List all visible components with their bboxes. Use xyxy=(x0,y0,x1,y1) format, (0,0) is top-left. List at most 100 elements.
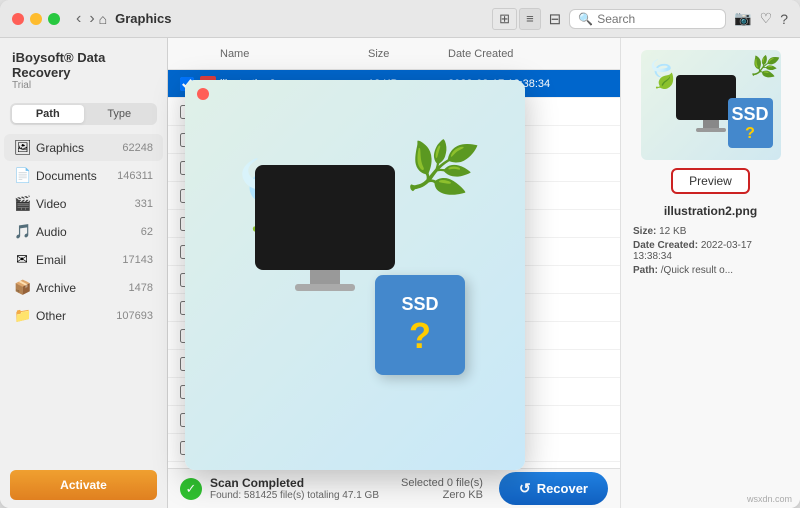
back-button[interactable]: ‹ xyxy=(72,10,85,28)
filter-button[interactable]: ⊟ xyxy=(549,10,562,28)
info-button[interactable]: ♡ xyxy=(760,10,773,27)
scan-title: Scan Completed xyxy=(210,476,393,490)
search-box: 🔍 xyxy=(569,9,726,29)
big-imac-base xyxy=(295,284,355,291)
sidebar-item-label: Documents xyxy=(36,169,117,183)
size-label: Size: xyxy=(633,226,656,237)
video-icon: 🎬 xyxy=(14,195,30,212)
imac-stand xyxy=(703,120,719,128)
audio-icon: 🎵 xyxy=(14,223,30,240)
scan-complete-icon: ✓ xyxy=(180,478,202,500)
sidebar-item-archive[interactable]: 📦 Archive 1478 xyxy=(4,274,163,301)
preview-button[interactable]: Preview xyxy=(671,168,750,194)
big-ssd-question-icon: ? xyxy=(409,315,431,357)
big-ssd-badge: SSD ? xyxy=(375,275,465,375)
sidebar-item-count: 331 xyxy=(135,198,153,210)
sidebar-item-label: Audio xyxy=(36,225,141,239)
sidebar-item-label: Video xyxy=(36,197,135,211)
sidebar-item-count: 107693 xyxy=(116,310,153,322)
sidebar-item-count: 1478 xyxy=(129,282,153,294)
watermark: wsxdn.com xyxy=(747,494,792,504)
forward-button[interactable]: › xyxy=(85,10,98,28)
imac-base xyxy=(696,128,726,132)
camera-button[interactable]: 📷 xyxy=(734,10,751,27)
path-label: Path: xyxy=(633,265,658,276)
list-view-button[interactable]: ≡ xyxy=(519,8,541,30)
close-button[interactable] xyxy=(12,13,24,25)
sidebar-item-label: Email xyxy=(36,253,122,267)
selected-count: Selected 0 file(s) xyxy=(401,477,483,489)
search-input[interactable] xyxy=(597,12,717,26)
sidebar-tabs: Path Type xyxy=(10,103,157,125)
col-date-header: Date Created xyxy=(448,48,608,60)
preview-close-button[interactable] xyxy=(197,88,209,100)
ssd-question-icon: ? xyxy=(745,125,755,143)
documents-icon: 📄 xyxy=(14,167,30,184)
sidebar-item-label: Archive xyxy=(36,281,129,295)
other-icon: 📁 xyxy=(14,307,30,324)
right-panel: 🍃 🌿 SSD ? Preview illustration2.png Size… xyxy=(620,38,800,508)
tab-type[interactable]: Type xyxy=(84,105,156,123)
sidebar-item-video[interactable]: 🎬 Video 331 xyxy=(4,190,163,217)
preview-overlay: 🍃 🌿 SSD ? xyxy=(185,80,525,470)
sidebar-item-count: 62 xyxy=(141,226,153,238)
archive-icon: 📦 xyxy=(14,279,30,296)
sidebar-item-other[interactable]: 📁 Other 107693 xyxy=(4,302,163,329)
preview-thumbnail: 🍃 🌿 SSD ? xyxy=(641,50,781,160)
window-controls xyxy=(12,13,60,25)
recover-label: Recover xyxy=(537,481,588,496)
ssd-label: SSD xyxy=(731,104,768,125)
window-title: Graphics xyxy=(115,11,171,26)
preview-illustration: 🍃 🌿 SSD ? xyxy=(225,135,485,415)
file-info-path: Path: /Quick result o... xyxy=(633,265,788,276)
sidebar-items: 🖼 Graphics 62248 📄 Documents 146311 🎬 Vi… xyxy=(0,133,167,462)
grid-view-button[interactable]: ⊞ xyxy=(492,8,517,30)
activate-button[interactable]: Activate xyxy=(10,470,157,500)
recover-button[interactable]: ↺ Recover xyxy=(499,472,608,505)
sidebar-item-count: 17143 xyxy=(122,254,153,266)
selected-size: Zero KB xyxy=(401,489,483,501)
col-name-header: Name xyxy=(220,48,368,60)
ssd-badge: SSD ? xyxy=(728,98,773,148)
file-info-size: Size: 12 KB xyxy=(633,226,788,237)
toolbar-right: ⊞ ≡ ⊟ 🔍 📷 ♡ ? xyxy=(492,8,788,30)
file-info-date: Date Created: 2022-03-17 13:38:34 xyxy=(633,240,788,262)
tab-path[interactable]: Path xyxy=(12,105,84,123)
big-imac-screen xyxy=(255,165,395,270)
search-icon: 🔍 xyxy=(578,12,593,26)
sidebar-item-audio[interactable]: 🎵 Audio 62 xyxy=(4,218,163,245)
date-label: Date Created: xyxy=(633,240,698,251)
big-imac xyxy=(255,165,395,291)
minimize-button[interactable] xyxy=(30,13,42,25)
big-leaf-right-icon: 🌿 xyxy=(399,127,482,208)
big-ssd-label: SSD xyxy=(401,294,438,315)
maximize-button[interactable] xyxy=(48,13,60,25)
sidebar-item-count: 62248 xyxy=(122,142,153,154)
big-imac-stand xyxy=(310,270,340,284)
sidebar-item-count: 146311 xyxy=(117,170,153,182)
recover-icon: ↺ xyxy=(519,480,531,497)
path-value: /Quick result o... xyxy=(661,265,733,276)
titlebar: ‹ › ⌂ Graphics ⊞ ≡ ⊟ 🔍 📷 ♡ ? xyxy=(0,0,800,38)
sidebar-item-email[interactable]: ✉ Email 17143 xyxy=(4,246,163,273)
email-icon: ✉ xyxy=(14,251,30,268)
view-toggle: ⊞ ≡ xyxy=(492,8,541,30)
status-bar: ✓ Scan Completed Found: 581425 file(s) t… xyxy=(168,468,620,508)
file-info-name: illustration2.png xyxy=(664,204,757,218)
file-header: Name Size Date Created xyxy=(168,38,620,70)
sidebar-item-documents[interactable]: 📄 Documents 146311 xyxy=(4,162,163,189)
size-value: 12 KB xyxy=(659,226,686,237)
imac-screen xyxy=(676,75,736,120)
graphics-icon: 🖼 xyxy=(14,139,30,156)
scan-text: Scan Completed Found: 581425 file(s) tot… xyxy=(210,476,393,501)
app-subtitle: Trial xyxy=(12,80,155,91)
leaf-right-icon: 🌿 xyxy=(748,51,780,83)
sidebar-header: iBoysoft® Data Recovery Trial xyxy=(0,38,167,95)
selected-info: Selected 0 file(s) Zero KB xyxy=(401,477,483,501)
preview-content: 🍃 🌿 SSD ? xyxy=(185,80,525,470)
scan-detail: Found: 581425 file(s) totaling 47.1 GB xyxy=(210,490,393,501)
sidebar-item-graphics[interactable]: 🖼 Graphics 62248 xyxy=(4,134,163,161)
sidebar-item-label: Other xyxy=(36,309,116,323)
help-button[interactable]: ? xyxy=(780,11,788,27)
sidebar: iBoysoft® Data Recovery Trial Path Type … xyxy=(0,38,168,508)
